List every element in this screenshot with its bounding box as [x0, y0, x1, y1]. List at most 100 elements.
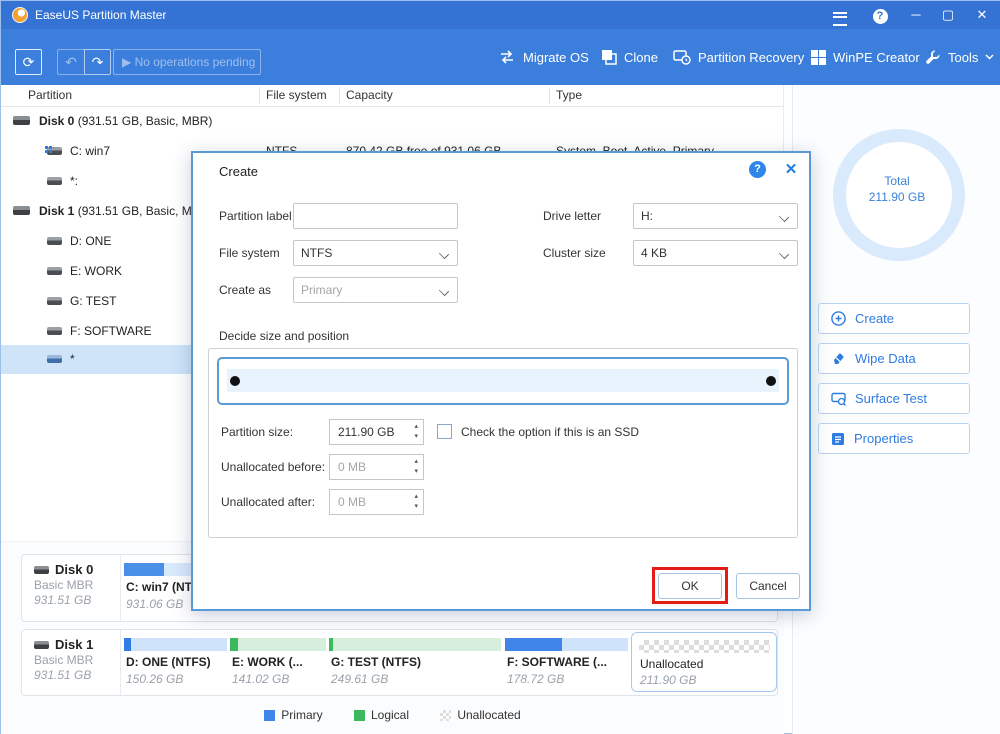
chevron-down-icon: [779, 212, 789, 222]
table-row-disk0[interactable]: Disk 0 (931.51 GB, Basic, MBR): [1, 106, 784, 136]
dialog-close-icon[interactable]: ✕: [782, 160, 800, 178]
legend-primary-label: Primary: [281, 708, 322, 722]
file-system-label: File system: [219, 240, 280, 266]
partition-icon: [47, 355, 62, 363]
legend-unallocated-label: Unallocated: [457, 708, 520, 722]
disk1-panel-size: 931.51 GB: [34, 668, 120, 682]
g-test-cell-size: 249.61 GB: [331, 672, 388, 686]
ok-button[interactable]: OK: [658, 573, 722, 599]
primary-color-swatch: [264, 710, 275, 721]
slider-track: [227, 369, 779, 392]
legend-unallocated: Unallocated: [440, 708, 520, 722]
migrate-os-icon: [498, 50, 516, 64]
properties-label: Properties: [854, 431, 913, 446]
spinner-arrows-icon[interactable]: ▴▾: [414, 492, 418, 512]
minimize-icon[interactable]: ─: [901, 1, 931, 29]
file-system-select[interactable]: NTFS: [293, 240, 458, 266]
f-software-label: F: SOFTWARE: [70, 324, 152, 338]
wipe-data-label: Wipe Data: [855, 351, 916, 366]
ssd-checkbox-label: Check the option if this is an SSD: [461, 419, 639, 445]
disk-icon: [34, 566, 49, 574]
column-file-system: File system: [266, 88, 327, 102]
wipe-data-button[interactable]: Wipe Data: [818, 343, 970, 374]
partition-recovery-button[interactable]: Partition Recovery: [673, 29, 804, 85]
partition-cell-unallocated[interactable]: Unallocated 211.90 GB: [631, 632, 777, 692]
partition-icon: [47, 237, 62, 245]
create-button[interactable]: Create: [818, 303, 970, 334]
properties-button[interactable]: Properties: [818, 423, 970, 454]
create-as-value: Primary: [301, 283, 342, 297]
cluster-size-select[interactable]: 4 KB: [633, 240, 798, 266]
unallocated-cell-label: Unallocated: [640, 657, 703, 671]
drive-letter-select[interactable]: H:: [633, 203, 798, 229]
partition-cell-e-work[interactable]: E: WORK (... 141.02 GB: [230, 630, 326, 695]
chevron-down-icon: [439, 249, 449, 259]
partition-cell-f-software[interactable]: F: SOFTWARE (... 178.72 GB: [505, 630, 628, 695]
partition-icon: [47, 297, 62, 305]
partition-cell-d-one[interactable]: D: ONE (NTFS) 150.26 GB: [124, 630, 227, 695]
spinner-arrows-icon[interactable]: ▴▾: [414, 422, 418, 442]
slider-left-handle[interactable]: [230, 376, 240, 386]
undo-button[interactable]: ↶: [57, 49, 84, 75]
disk1-info[interactable]: Disk 1 Basic MBR 931.51 GB: [22, 630, 121, 695]
migrate-os-label: Migrate OS: [523, 50, 589, 65]
winpe-creator-button[interactable]: WinPE Creator: [811, 29, 920, 85]
slider-right-handle[interactable]: [766, 376, 776, 386]
close-icon[interactable]: ✕: [967, 1, 997, 29]
app-title: EaseUS Partition Master: [35, 8, 166, 22]
eraser-icon: [831, 351, 846, 366]
play-icon: ▶: [122, 55, 135, 69]
create-plus-icon: [831, 311, 846, 326]
app-window: EaseUS Partition Master ? ─ ▢ ✕ ⟳ ↶ ↷ ▶ …: [0, 0, 1000, 734]
disk1-name: Disk 1: [39, 204, 74, 218]
winpe-creator-icon: [811, 50, 826, 65]
surface-test-label: Surface Test: [855, 391, 927, 406]
chevron-down-icon: [985, 54, 994, 60]
unallocated-after-value: 0 MB: [338, 495, 366, 509]
partition-size-spinner[interactable]: 211.90 GB ▴▾: [329, 419, 424, 445]
refresh-button[interactable]: ⟳: [15, 49, 42, 75]
spinner-arrows-icon[interactable]: ▴▾: [414, 457, 418, 477]
tools-button[interactable]: Tools: [925, 29, 994, 85]
surface-test-button[interactable]: Surface Test: [818, 383, 970, 414]
d-one-cell-size: 150.26 GB: [126, 672, 183, 686]
winpe-creator-label: WinPE Creator: [833, 50, 920, 65]
column-type: Type: [556, 88, 582, 102]
size-section-label: Decide size and position: [219, 323, 349, 349]
size-slider[interactable]: [217, 357, 789, 405]
menu-icon[interactable]: [825, 1, 855, 29]
e-work-cell-size: 141.02 GB: [232, 672, 289, 686]
partition-label-label: Partition label: [219, 203, 292, 229]
pending-operations-label: No operations pending: [135, 55, 256, 69]
disk0-details: (931.51 GB, Basic, MBR): [78, 114, 213, 128]
dialog-help-icon[interactable]: ?: [749, 161, 766, 178]
ssd-checkbox[interactable]: [437, 424, 452, 439]
partition-icon: [47, 177, 62, 185]
clone-label: Clone: [624, 50, 658, 65]
disk0-info[interactable]: Disk 0 Basic MBR 931.51 GB: [22, 555, 121, 621]
help-icon[interactable]: ?: [865, 1, 895, 29]
unallocated-after-spinner[interactable]: 0 MB ▴▾: [329, 489, 424, 515]
unallocated-cell-size: 211.90 GB: [640, 673, 696, 687]
pending-operations-button[interactable]: ▶ No operations pending: [113, 49, 261, 75]
f-software-cell-size: 178.72 GB: [507, 672, 564, 686]
redo-button[interactable]: ↷: [84, 49, 111, 75]
cancel-button[interactable]: Cancel: [736, 573, 800, 599]
d-one-cell-label: D: ONE (NTFS): [126, 655, 211, 669]
redo-icon: ↷: [92, 54, 104, 70]
migrate-os-button[interactable]: Migrate OS: [498, 29, 589, 85]
undo-icon: ↶: [65, 54, 77, 70]
e-work-label: E: WORK: [70, 264, 122, 278]
unallocated-before-spinner[interactable]: 0 MB ▴▾: [329, 454, 424, 480]
clone-button[interactable]: Clone: [601, 29, 658, 85]
partition-cell-g-test[interactable]: G: TEST (NTFS) 249.61 GB: [329, 630, 501, 695]
unallocated-before-label: Unallocated before:: [221, 454, 325, 480]
f-software-cell-label: F: SOFTWARE (...: [507, 655, 607, 669]
windows-badge-icon: [45, 146, 48, 149]
create-as-select[interactable]: Primary: [293, 277, 458, 303]
star-colon-label: *:: [70, 174, 78, 188]
maximize-icon[interactable]: ▢: [933, 1, 963, 29]
partition-label-input[interactable]: [293, 203, 458, 229]
partition-icon: [47, 267, 62, 275]
disk-icon: [13, 206, 30, 215]
